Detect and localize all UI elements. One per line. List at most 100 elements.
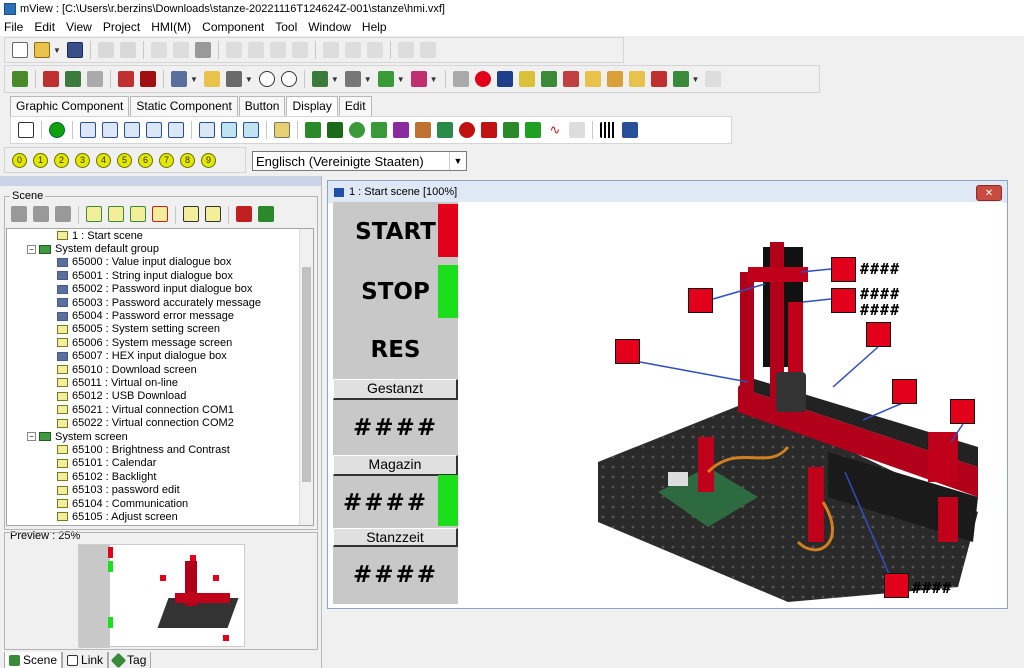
chevron-down-icon[interactable]: ▼ <box>430 75 438 84</box>
menu-tool[interactable]: Tool <box>275 20 297 34</box>
chevron-down-icon[interactable]: ▼ <box>190 75 198 84</box>
res-button[interactable]: RES <box>333 322 458 378</box>
tree-item[interactable]: 65010 : Download screen <box>7 363 313 376</box>
tree-item[interactable]: 65105 : Adjust screen <box>7 510 313 523</box>
tab-static-component[interactable]: Static Component <box>130 96 238 116</box>
level-icon[interactable] <box>243 122 259 138</box>
tree-item[interactable]: 65103 : password edit <box>7 483 313 496</box>
number-3-button[interactable]: 3 <box>75 152 90 168</box>
sensor-marker-5[interactable] <box>866 322 891 347</box>
chevron-down-icon[interactable]: ▼ <box>692 75 700 84</box>
group-settings-icon[interactable] <box>258 206 274 222</box>
number-4-button[interactable]: 4 <box>96 152 111 168</box>
align-top-icon[interactable] <box>247 42 264 58</box>
tree-item[interactable]: 65005 : System setting screen <box>7 323 313 336</box>
bar-graph-icon[interactable] <box>199 122 215 138</box>
tree-item[interactable]: − System screen <box>7 430 313 443</box>
tree-item[interactable]: 65004 : Password error message <box>7 309 313 322</box>
xy-plot-icon[interactable] <box>393 122 409 138</box>
group-add-icon[interactable] <box>236 206 252 222</box>
history-trend-icon[interactable] <box>415 122 431 138</box>
tree-item[interactable]: − System default group <box>7 242 313 255</box>
pen-icon[interactable] <box>377 71 394 87</box>
transfer-icon[interactable] <box>562 71 579 87</box>
language-select[interactable]: Englisch (Vereinigte Staaten) ▼ <box>252 151 467 171</box>
menu-component[interactable]: Component <box>202 20 264 34</box>
number-8-button[interactable]: 8 <box>180 152 195 168</box>
align-left-icon[interactable] <box>225 42 242 58</box>
layout-icon[interactable] <box>225 71 242 87</box>
alarm-display-icon[interactable] <box>305 122 321 138</box>
ascii-display-icon[interactable] <box>102 122 118 138</box>
grid-icon[interactable] <box>203 71 220 87</box>
remove-scene-icon[interactable] <box>152 206 168 222</box>
tab-button[interactable]: Button <box>238 96 286 116</box>
pointer-icon[interactable] <box>18 122 34 138</box>
qr-code-icon[interactable] <box>600 122 616 138</box>
ungroup-icon[interactable] <box>366 42 383 58</box>
undo-icon[interactable] <box>97 42 114 58</box>
menu-hmi[interactable]: HMI(M) <box>151 20 191 34</box>
number-2-button[interactable]: 2 <box>54 152 69 168</box>
key-icon[interactable] <box>496 71 513 87</box>
menu-window[interactable]: Window <box>308 20 351 34</box>
tree-item[interactable]: 65104 : Communication <box>7 497 313 510</box>
tree-item[interactable]: 65006 : System message screen <box>7 336 313 349</box>
history-icon[interactable] <box>606 71 623 87</box>
message-display-icon[interactable] <box>124 122 140 138</box>
tree-item[interactable]: 65011 : Virtual on-line <box>7 376 313 389</box>
zoom-in-icon[interactable] <box>258 71 275 87</box>
open-folder-icon[interactable] <box>34 42 50 58</box>
tree-item[interactable]: 65100 : Brightness and Contrast <box>7 443 313 456</box>
database-icon[interactable] <box>584 71 601 87</box>
simulate-icon[interactable] <box>118 71 134 87</box>
number-0-button[interactable]: 0 <box>12 152 27 168</box>
align-center-icon[interactable] <box>269 42 286 58</box>
recipe-display-icon[interactable] <box>503 122 519 138</box>
tree-item[interactable]: 65007 : HEX input dialogue box <box>7 350 313 363</box>
cut-icon[interactable] <box>150 42 167 58</box>
scene-window-icon[interactable] <box>183 206 199 222</box>
menu-edit[interactable]: Edit <box>34 20 55 34</box>
sensor-marker-4[interactable] <box>615 339 640 364</box>
collapse-icon[interactable]: − <box>27 244 36 254</box>
tree-item[interactable]: 65012 : USB Download <box>7 390 313 403</box>
wave-icon[interactable]: ∿ <box>547 122 563 138</box>
alarm-list-icon[interactable] <box>481 122 497 138</box>
move-scene-icon[interactable] <box>130 206 146 222</box>
tab-display[interactable]: Display <box>286 96 338 116</box>
same-size-icon[interactable] <box>322 42 339 58</box>
scrollbar-thumb[interactable] <box>302 267 311 482</box>
alarm-bar-icon[interactable] <box>459 122 475 138</box>
menu-file[interactable]: File <box>4 20 23 34</box>
printer-icon[interactable] <box>452 71 469 87</box>
sensor-marker-6[interactable] <box>892 379 917 404</box>
chevron-down-icon[interactable]: ▼ <box>449 152 466 170</box>
sensor-marker-2[interactable] <box>831 288 856 313</box>
scene-delete-icon[interactable] <box>55 206 71 222</box>
tree-item[interactable]: 65001 : String input dialogue box <box>7 269 313 282</box>
recipe-icon[interactable] <box>540 71 557 87</box>
tree-item[interactable]: 65000 : Value input dialogue box <box>7 256 313 269</box>
tree-item[interactable]: 65021 : Virtual connection COM1 <box>7 403 313 416</box>
menu-help[interactable]: Help <box>362 20 387 34</box>
stop-icon[interactable] <box>87 71 103 87</box>
sensor-marker-7[interactable] <box>950 399 975 424</box>
scene-new-icon[interactable] <box>11 206 27 222</box>
collapse-icon[interactable]: − <box>27 432 36 442</box>
chevron-down-icon[interactable]: ▼ <box>245 75 253 84</box>
tree-item[interactable]: 65022 : Virtual connection COM2 <box>7 416 313 429</box>
tree-scrollbar[interactable] <box>299 229 313 525</box>
number-7-button[interactable]: 7 <box>159 152 174 168</box>
speaker-icon[interactable] <box>518 71 535 87</box>
number-9-button[interactable]: 9 <box>201 152 216 168</box>
sensor-marker-1[interactable] <box>831 257 856 282</box>
tab-scene[interactable]: Scene <box>4 652 63 668</box>
new-file-icon[interactable] <box>12 42 28 58</box>
sensor-marker-3[interactable] <box>688 288 713 313</box>
scene-copy-icon[interactable] <box>33 206 49 222</box>
chevron-down-icon[interactable]: ▼ <box>331 75 339 84</box>
download-icon[interactable] <box>43 71 59 87</box>
alarm-icon[interactable] <box>474 71 491 87</box>
gif-icon[interactable] <box>349 122 365 138</box>
